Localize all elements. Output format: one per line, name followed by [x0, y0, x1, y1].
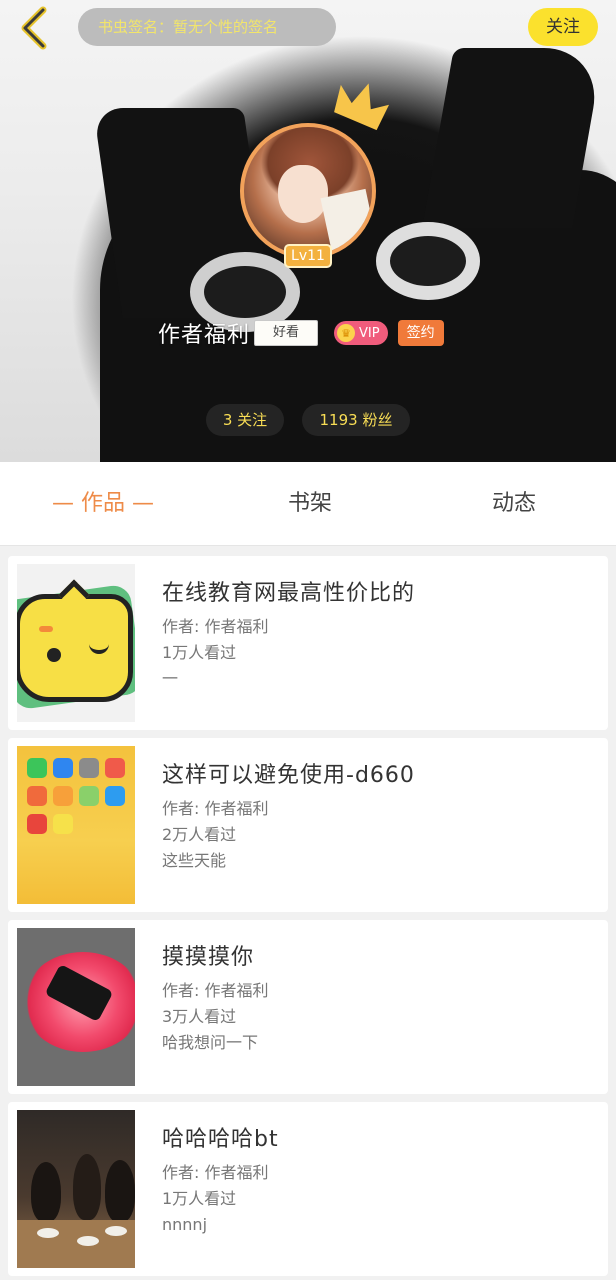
cover-background-eye-right [376, 222, 480, 300]
follow-button[interactable]: 关注 [528, 8, 598, 46]
dinner-party-cover-icon [17, 1110, 135, 1268]
fans-count[interactable]: 1193 粉丝 [302, 404, 410, 436]
work-views: 1万人看过 [162, 1189, 237, 1208]
work-title: 摸摸摸你 [162, 945, 255, 970]
list-item[interactable]: 在线教育网最高性价比的 作者: 作者福利 1万人看过 一 [8, 556, 608, 730]
avatar-image [240, 123, 376, 259]
work-author: 作者: 作者福利 [162, 799, 269, 818]
work-description: 哈我想问一下 [162, 1033, 259, 1052]
following-count[interactable]: 3 关注 [206, 404, 284, 436]
work-description: 一 [162, 669, 179, 688]
tab-bookshelf[interactable]: 书架 [260, 462, 360, 546]
work-views: 2万人看过 [162, 825, 237, 844]
chevron-left-icon [21, 6, 47, 50]
work-title: 在线教育网最高性价比的 [162, 581, 416, 606]
vip-crown-icon: ♛ [337, 324, 356, 342]
back-button[interactable] [12, 6, 56, 50]
profile-tabs: — 作品 — 书架 动态 [0, 462, 616, 546]
work-author: 作者: 作者福利 [162, 617, 269, 636]
work-views: 3万人看过 [162, 1007, 237, 1026]
work-title: 哈哈哈哈bt [162, 1127, 279, 1152]
chat-bubble-cover-icon [17, 564, 135, 722]
level-badge: Lv11 [284, 244, 332, 268]
work-views: 1万人看过 [162, 643, 237, 662]
author-name-row: 作者福利 好看 ♛ VIP 签约 [158, 316, 444, 350]
signed-badge: 签约 [397, 320, 444, 346]
work-author: 作者: 作者福利 [162, 981, 269, 1000]
glowing-circle-cover-icon [17, 928, 135, 1086]
profile-header: 书虫签名：暂无个性的签名 关注 Lv11 作者福利 好看 ♛ VIP 签约 3 … [0, 0, 616, 462]
vip-badge: ♛ VIP [334, 321, 388, 345]
phone-homescreen-cover-icon [17, 746, 135, 904]
list-item[interactable]: 哈哈哈哈bt 作者: 作者福利 1万人看过 nnnnj [8, 1102, 608, 1276]
work-title: 这样可以避免使用-d660 [162, 763, 415, 788]
good-tag: 好看 [254, 320, 319, 346]
signature-text: 书虫签名：暂无个性的签名 [78, 8, 336, 46]
avatar[interactable] [240, 123, 376, 259]
tab-moments[interactable]: 动态 [464, 462, 564, 546]
work-author: 作者: 作者福利 [162, 1163, 269, 1182]
work-description: 这些天能 [162, 851, 227, 870]
vip-label: VIP [359, 325, 380, 341]
author-name: 作者福利 [158, 323, 251, 348]
tab-works[interactable]: — 作品 — [38, 462, 168, 546]
cover-background-ear-right [422, 48, 604, 228]
list-item[interactable]: 摸摸摸你 作者: 作者福利 3万人看过 哈我想问一下 [8, 920, 608, 1094]
list-item[interactable]: 这样可以避免使用-d660 作者: 作者福利 2万人看过 这些天能 [8, 738, 608, 912]
work-description: nnnnj [162, 1215, 208, 1234]
stats-row: 3 关注 1193 粉丝 [0, 404, 616, 436]
